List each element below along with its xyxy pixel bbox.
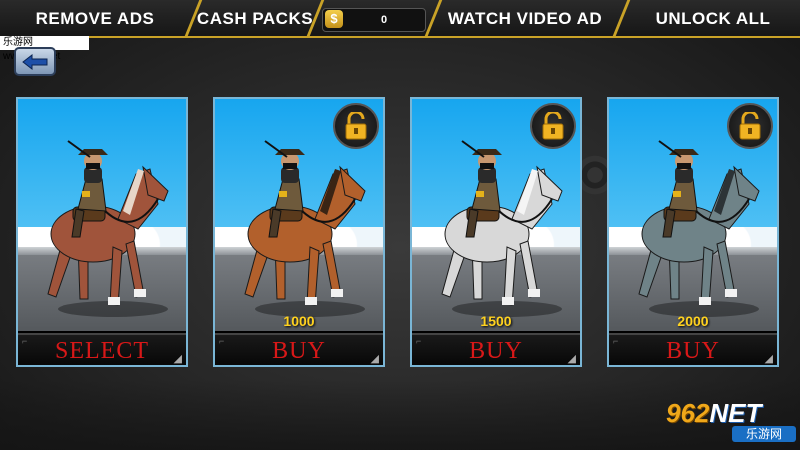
lock-button[interactable] <box>530 103 576 149</box>
action-label: BUY <box>272 337 326 364</box>
action-label: BUY <box>666 337 720 364</box>
select-button[interactable]: ⌐ SELECT ◢ <box>18 333 186 365</box>
corner-ornament: ⌐ <box>416 336 422 346</box>
remove-ads-label: REMOVE ADS <box>35 9 155 28</box>
back-button[interactable] <box>14 47 56 76</box>
buy-button[interactable]: ⌐ BUY ◢ <box>609 333 777 365</box>
cash-packs-label: CASH PACKS <box>196 9 314 28</box>
card-scene <box>18 99 186 331</box>
price-label: 1500 <box>480 313 512 329</box>
horse-card[interactable]: 1500 ⌐ BUY ◢ <box>410 97 582 367</box>
action-label: SELECT <box>55 337 149 364</box>
horse-rider-image <box>47 140 169 317</box>
horse-card[interactable]: ⌐ SELECT ◢ <box>16 97 188 367</box>
unlocked-padlock-icon <box>542 112 564 140</box>
remove-ads-button[interactable]: REMOVE ADS <box>0 0 190 36</box>
cash-display: $ 0 <box>322 8 426 32</box>
corner-ornament: ⌐ <box>219 336 225 346</box>
dollar-coin-icon: $ <box>325 10 343 28</box>
background-target <box>580 140 610 210</box>
logo-net: NET <box>709 398 762 428</box>
unlock-all-button[interactable]: UNLOCK ALL <box>626 0 800 36</box>
horse-rider-image <box>638 140 760 317</box>
price-label: 2000 <box>677 313 709 329</box>
unlocked-padlock-icon <box>345 112 367 140</box>
logo-number: 962 <box>666 398 710 428</box>
watermark-logo: 962NET 乐游网 <box>666 400 796 444</box>
logo-cn: 乐游网 <box>732 426 796 442</box>
horse-card[interactable]: 2000 ⌐ BUY ◢ <box>607 97 779 367</box>
corner-ornament: ◢ <box>370 353 379 365</box>
action-label: BUY <box>469 337 523 364</box>
buy-button[interactable]: ⌐ BUY ◢ <box>412 333 580 365</box>
corner-ornament: ◢ <box>173 353 182 365</box>
price-label: 1000 <box>283 313 315 329</box>
corner-ornament: ⌐ <box>613 336 619 346</box>
lock-button[interactable] <box>727 103 773 149</box>
corner-ornament: ◢ <box>764 353 773 365</box>
unlocked-padlock-icon <box>739 112 761 140</box>
horse-card[interactable]: 1000 ⌐ BUY ◢ <box>213 97 385 367</box>
cash-packs-button[interactable]: CASH PACKS <box>196 0 314 36</box>
arrow-left-icon <box>22 53 48 70</box>
watch-video-ad-button[interactable]: WATCH VIDEO AD <box>436 0 614 36</box>
lock-button[interactable] <box>333 103 379 149</box>
cash-value: 0 <box>380 14 388 26</box>
top-bar: REMOVE ADS CASH PACKS $ 0 WATCH VIDEO AD… <box>0 0 800 38</box>
unlock-all-label: UNLOCK ALL <box>655 9 771 28</box>
buy-button[interactable]: ⌐ BUY ◢ <box>215 333 383 365</box>
corner-ornament: ◢ <box>567 353 576 365</box>
watch-video-ad-label: WATCH VIDEO AD <box>447 9 603 28</box>
horse-rider-image <box>441 140 563 317</box>
horse-rider-image <box>244 140 366 317</box>
corner-ornament: ⌐ <box>22 336 28 346</box>
